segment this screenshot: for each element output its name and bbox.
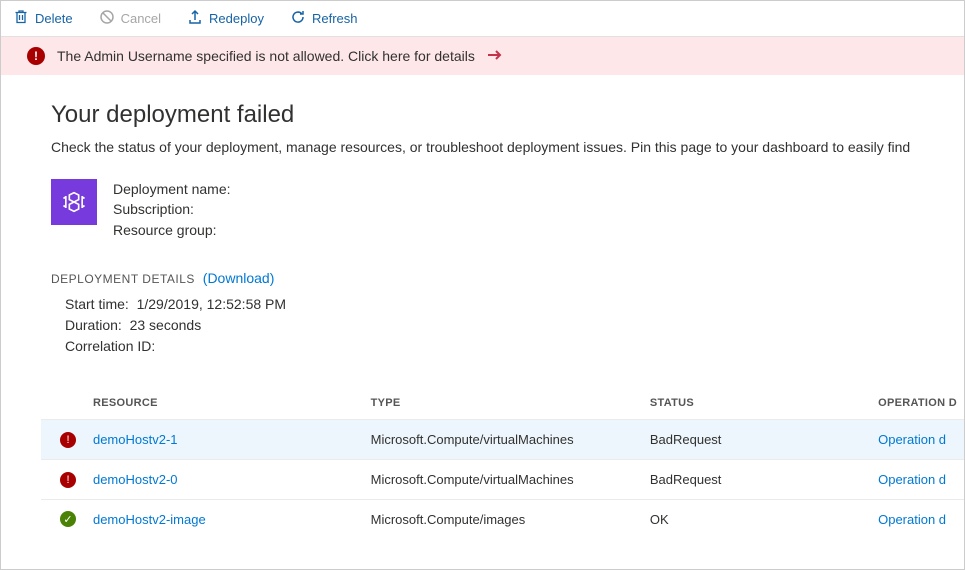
toolbar: Delete Cancel Redeploy — [1, 1, 964, 37]
table-row[interactable]: ✓ demoHostv2-image Microsoft.Compute/ima… — [41, 499, 964, 538]
error-icon: ! — [27, 47, 45, 65]
resource-type: Microsoft.Compute/images — [363, 499, 642, 538]
correlation-id-label: Correlation ID: — [65, 338, 155, 354]
resource-group-label: Resource group: — [113, 220, 231, 240]
duration-label: Duration: — [65, 317, 122, 333]
cancel-label: Cancel — [121, 11, 161, 26]
deployment-meta: Deployment name: Subscription: Resource … — [51, 179, 964, 240]
deployment-name-label: Deployment name: — [113, 179, 231, 199]
refresh-icon — [290, 9, 306, 28]
col-operation[interactable]: OPERATION D — [870, 387, 964, 420]
deployment-page: Delete Cancel Redeploy — [0, 0, 965, 570]
delete-button[interactable]: Delete — [7, 5, 79, 32]
resource-type: Microsoft.Compute/virtualMachines — [363, 459, 642, 499]
page-title: Your deployment failed — [51, 101, 964, 129]
col-type[interactable]: TYPE — [363, 387, 642, 420]
resource-link[interactable]: demoHostv2-0 — [93, 472, 178, 487]
resource-link[interactable]: demoHostv2-1 — [93, 432, 178, 447]
error-icon: ! — [60, 432, 76, 448]
error-icon: ! — [60, 472, 76, 488]
cube-icon — [51, 179, 97, 225]
operation-link[interactable]: Operation d — [878, 472, 946, 487]
subscription-label: Subscription: — [113, 199, 231, 219]
success-icon: ✓ — [60, 511, 76, 527]
details-section-label: DEPLOYMENT DETAILS — [51, 272, 195, 286]
resource-type: Microsoft.Compute/virtualMachines — [363, 419, 642, 459]
content: Your deployment failed Check the status … — [1, 75, 964, 569]
resource-table-wrapper: RESOURCE TYPE STATUS OPERATION D ! demoH… — [41, 387, 964, 539]
resource-link[interactable]: demoHostv2-image — [93, 512, 206, 527]
start-time-value: 1/29/2019, 12:52:58 PM — [137, 296, 286, 312]
refresh-label: Refresh — [312, 11, 358, 26]
resource-status: BadRequest — [642, 419, 870, 459]
error-message: The Admin Username specified is not allo… — [57, 48, 475, 64]
col-status[interactable]: STATUS — [642, 387, 870, 420]
meta-lines: Deployment name: Subscription: Resource … — [113, 179, 231, 240]
details-section-heading: DEPLOYMENT DETAILS (Download) — [51, 270, 964, 286]
operation-link[interactable]: Operation d — [878, 512, 946, 527]
duration-value: 23 seconds — [130, 317, 202, 333]
table-row[interactable]: ! demoHostv2-1 Microsoft.Compute/virtual… — [41, 419, 964, 459]
download-link[interactable]: (Download) — [203, 270, 275, 286]
resource-status: OK — [642, 499, 870, 538]
delete-label: Delete — [35, 11, 73, 26]
upload-icon — [187, 9, 203, 28]
start-time-label: Start time: — [65, 296, 129, 312]
redeploy-label: Redeploy — [209, 11, 264, 26]
trash-icon — [13, 9, 29, 28]
refresh-button[interactable]: Refresh — [284, 5, 364, 32]
operation-link[interactable]: Operation d — [878, 432, 946, 447]
cancel-button: Cancel — [93, 5, 167, 32]
error-banner[interactable]: ! The Admin Username specified is not al… — [1, 37, 964, 75]
redeploy-button[interactable]: Redeploy — [181, 5, 270, 32]
page-subtitle: Check the status of your deployment, man… — [51, 139, 964, 155]
resource-table: RESOURCE TYPE STATUS OPERATION D ! demoH… — [41, 387, 964, 539]
table-header-row: RESOURCE TYPE STATUS OPERATION D — [41, 387, 964, 420]
col-resource[interactable]: RESOURCE — [85, 387, 363, 420]
arrow-right-icon — [487, 48, 503, 64]
details-lines: Start time: 1/29/2019, 12:52:58 PM Durat… — [65, 294, 964, 357]
resource-status: BadRequest — [642, 459, 870, 499]
table-row[interactable]: ! demoHostv2-0 Microsoft.Compute/virtual… — [41, 459, 964, 499]
cancel-icon — [99, 9, 115, 28]
